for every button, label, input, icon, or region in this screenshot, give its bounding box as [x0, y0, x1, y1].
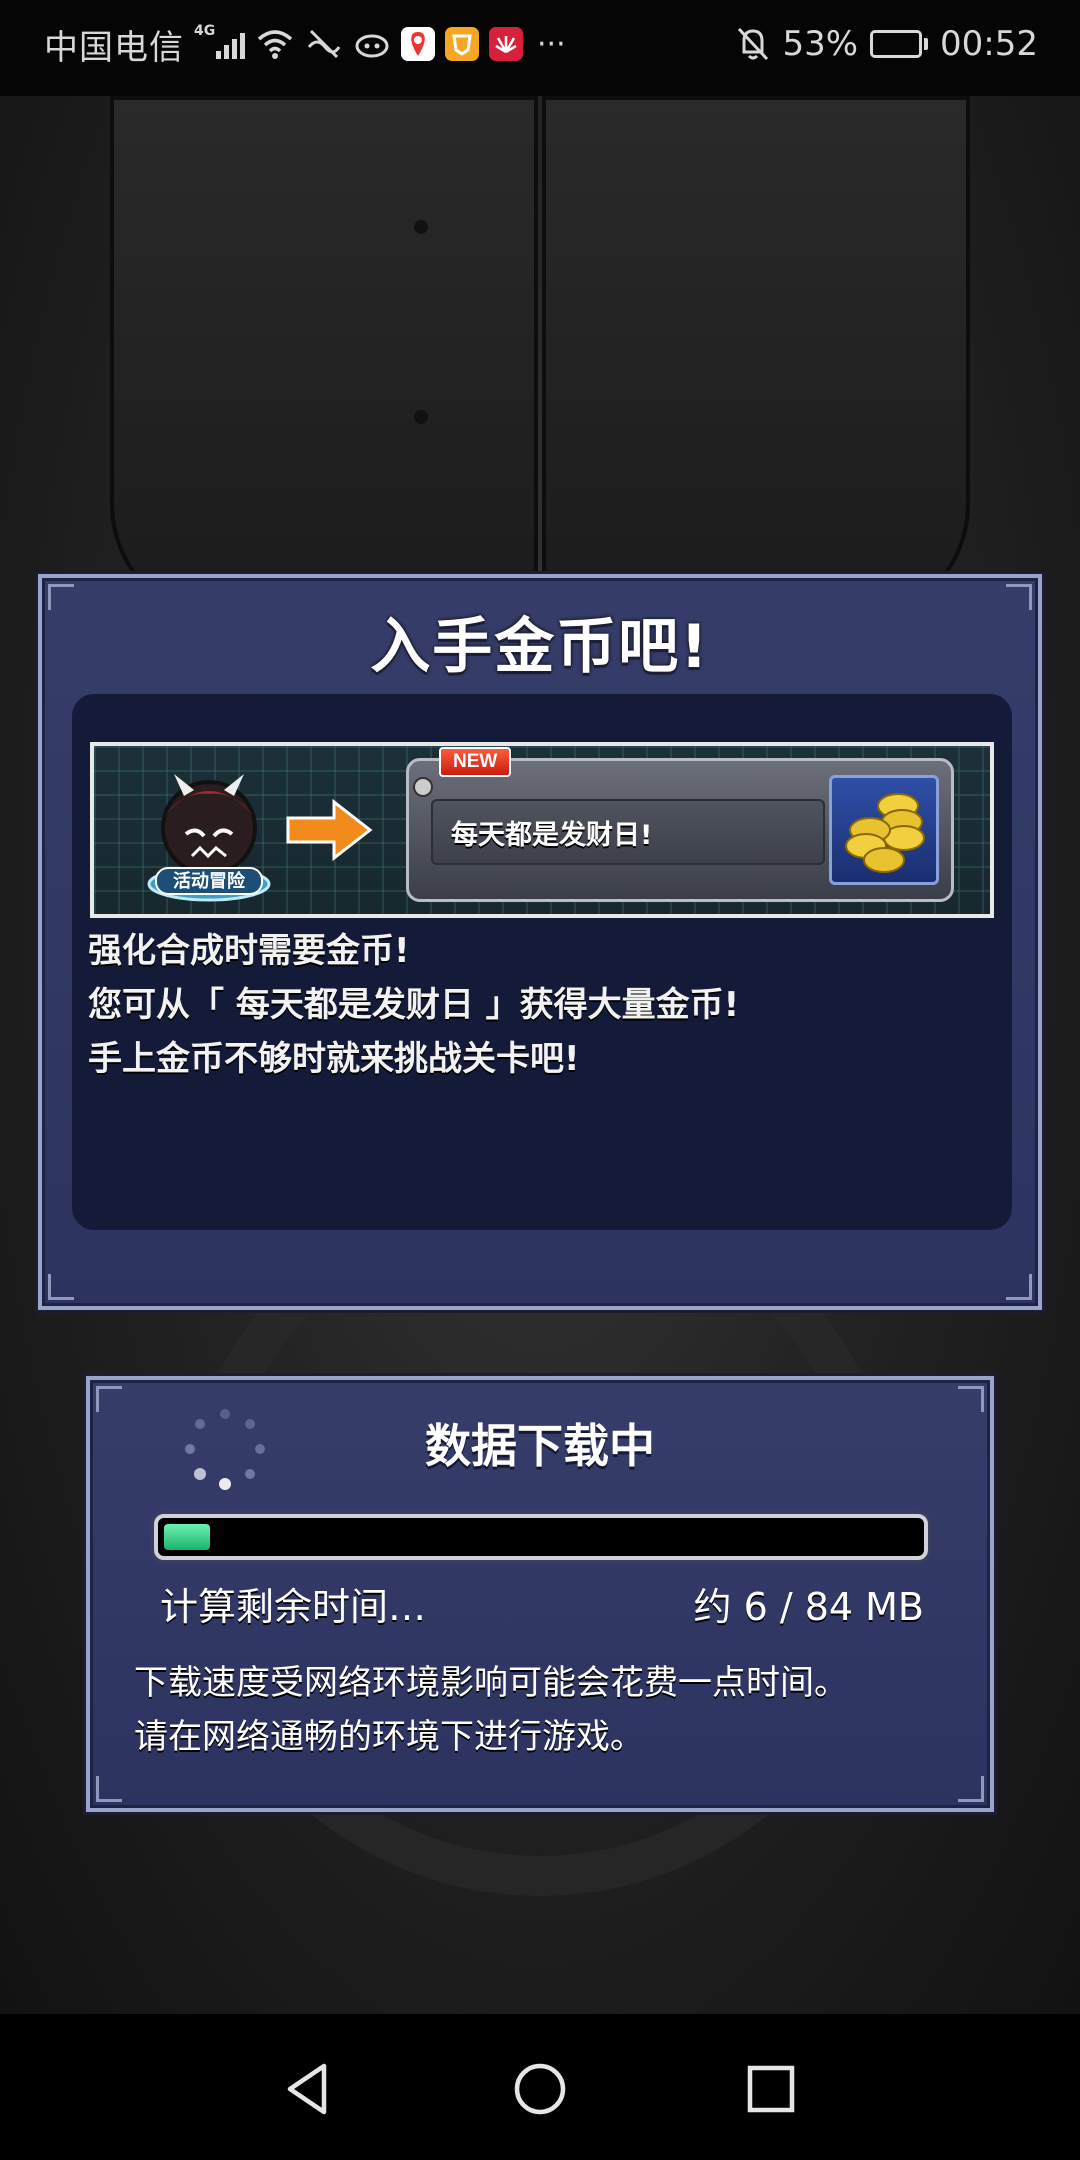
download-title: 数据下载中	[425, 1419, 655, 1473]
tip-line: 强化合成时需要金币!	[88, 931, 410, 971]
quest-card: NEW 每天都是发财日!	[406, 747, 954, 902]
download-status: 计算剩余时间…	[160, 1585, 427, 1629]
shop-app-icon	[445, 27, 479, 61]
status-bar-left: 中国电信 4G ···	[44, 14, 566, 74]
arrow-right-icon	[286, 798, 373, 862]
tip-content: 活动冒险 NEW 每天都是发财日! 强化合成时需要金币! 您可从「 每天都是发财…	[72, 694, 1012, 1230]
status-bar: 中国电信 4G ··· 53% 00:52	[0, 0, 1080, 96]
event-label: 活动冒险	[173, 870, 246, 892]
tip-description: 强化合成时需要金币! 您可从「 每天都是发财日 」获得大量金币! 手上金币不够时…	[88, 924, 988, 1086]
game-screen: 入手金币吧! 活动冒险 NEW 每天都是发财日! 强化合成时需要金币! 您可从「…	[0, 96, 1080, 2014]
gold-coins-icon	[845, 793, 925, 873]
download-progress-fill	[164, 1524, 210, 1550]
quest-marker-icon	[413, 777, 433, 797]
status-bar-right: 53% 00:52	[736, 14, 1038, 74]
vibrate-icon	[307, 29, 341, 59]
tip-line: 手上金币不够时就来挑战关卡吧!	[88, 1039, 580, 1079]
navigation-bar	[0, 2014, 1080, 2160]
background-door-right	[542, 96, 970, 624]
event-adventure-icon: 活动冒险	[147, 774, 271, 902]
battery-icon	[870, 30, 929, 58]
wifi-icon	[257, 30, 293, 59]
tip-title: 入手金币吧!	[370, 612, 710, 682]
home-icon[interactable]	[505, 2054, 575, 2124]
event-banner: 活动冒险 NEW 每天都是发财日!	[90, 742, 994, 918]
carrier-name: 中国电信	[44, 27, 184, 68]
tip-line: 您可从「 每天都是发财日 」获得大量金币!	[88, 985, 740, 1025]
network-type: 4G	[194, 23, 216, 39]
download-size: 约 6 / 84 MB	[693, 1585, 924, 1629]
battery-percent: 53%	[782, 24, 859, 64]
cloud-icon	[355, 34, 389, 58]
screen: 中国电信 4G ··· 53% 00:52 入手金币吧! 活动冒险 NEW 每天…	[0, 0, 1080, 2160]
mute-bell-icon	[738, 27, 769, 61]
map-app-icon	[401, 27, 435, 61]
notice-line: 下载速度受网络环境影响可能会花费一点时间。	[134, 1663, 848, 1703]
coin-reward-box	[829, 775, 939, 885]
download-notice: 下载速度受网络环境影响可能会花费一点时间。 请在网络通畅的环境下进行游戏。	[134, 1656, 964, 1764]
notice-line: 请在网络通畅的环境下进行游戏。	[134, 1717, 644, 1757]
quest-name-strip: 每天都是发财日!	[431, 799, 825, 865]
signal-icon: 4G	[194, 23, 245, 59]
more-notifications: ···	[537, 26, 566, 62]
recents-icon[interactable]	[736, 2054, 806, 2124]
new-badge: NEW	[439, 747, 512, 777]
download-progress-bar	[154, 1514, 928, 1560]
huawei-app-icon	[489, 27, 523, 61]
quest-name: 每天都是发财日!	[451, 820, 653, 851]
tip-panel: 入手金币吧! 活动冒险 NEW 每天都是发财日! 强化合成时需要金币! 您可从「…	[38, 574, 1042, 1310]
background-door-left	[110, 96, 538, 624]
clock: 00:52	[940, 24, 1038, 64]
back-icon[interactable]	[274, 2054, 344, 2124]
download-panel: 数据下载中 计算剩余时间… 约 6 / 84 MB 下载速度受网络环境影响可能会…	[86, 1376, 994, 1812]
